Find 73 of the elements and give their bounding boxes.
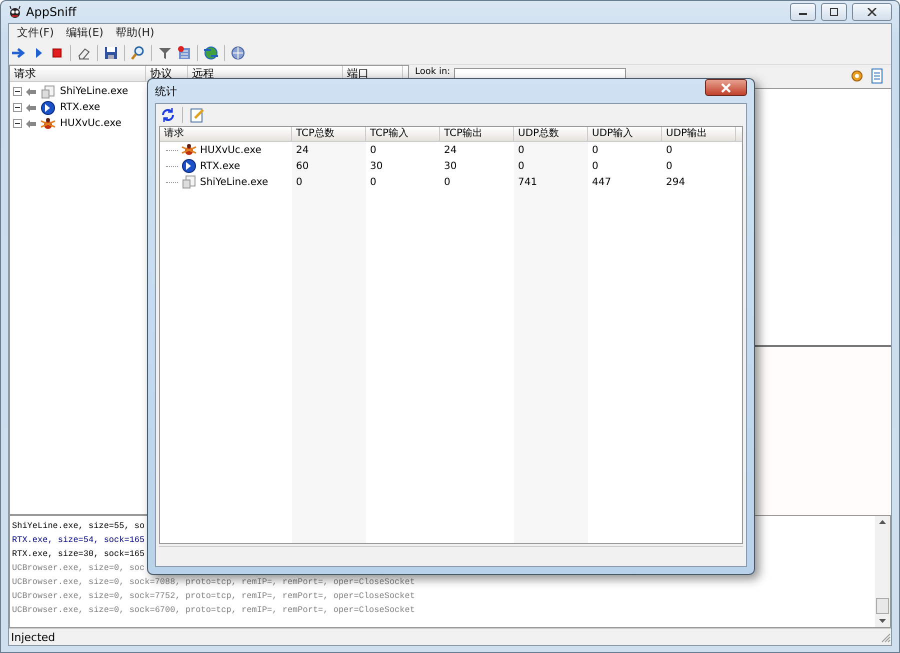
column-header[interactable]: 请求 xyxy=(10,66,146,81)
edit-icon[interactable] xyxy=(189,107,205,123)
save-icon[interactable] xyxy=(103,44,119,61)
maximize-icon xyxy=(829,8,839,16)
log-line: UCBrowser.exe, size=0, soc xyxy=(12,562,145,575)
minimize-button[interactable] xyxy=(790,3,816,21)
dialog-title: 统计 xyxy=(155,84,177,98)
table-cell-text: 30 xyxy=(443,160,458,172)
column-header[interactable]: UDP总数 xyxy=(514,127,588,141)
refresh-icon[interactable] xyxy=(160,107,176,123)
window-title: AppSniff xyxy=(26,5,76,19)
scrollbar[interactable] xyxy=(875,516,890,628)
log-line: RTX.exe, size=54, sock=165 xyxy=(12,534,145,547)
notes-icon[interactable] xyxy=(176,44,192,61)
column-header[interactable]: UDP输出 xyxy=(662,127,736,141)
scroll-down-icon[interactable] xyxy=(878,618,887,624)
log-line: RTX.exe, size=30, sock=165 xyxy=(12,548,145,561)
log-line: UCBrowser.exe, size=0, sock=7088, proto=tcp, remIP=, remPort=, oper=CloseSocket xyxy=(12,576,415,589)
maximize-button[interactable] xyxy=(821,3,847,21)
column-header[interactable]: UDP输入 xyxy=(588,127,662,141)
table-cell-text: 0 xyxy=(443,176,452,188)
table-cell-text: 24 xyxy=(295,144,310,156)
table-cell: ShiYeLine.exe xyxy=(200,176,268,188)
table-cell-text: 0 xyxy=(369,144,378,156)
table-cell-text: 294 xyxy=(665,176,686,188)
table-cell-text: 0 xyxy=(665,144,674,156)
collapse-icon[interactable] xyxy=(13,119,22,128)
table-cell-text: 30 xyxy=(369,160,384,172)
search-label: Look in: xyxy=(415,68,450,77)
column-header[interactable]: TCP总数 xyxy=(292,127,366,141)
status-text: Injected xyxy=(11,630,56,644)
table-cell-text: 0 xyxy=(591,144,600,156)
doc-icon xyxy=(181,174,197,190)
scroll-up-icon[interactable] xyxy=(878,518,887,525)
table-cell-text: 0 xyxy=(517,144,526,156)
tree-item[interactable]: ShiYeLine.exe xyxy=(60,86,128,98)
collapse-icon[interactable] xyxy=(13,103,22,112)
menu-item[interactable]: 帮助(H) xyxy=(110,24,160,42)
log-line: UCBrowser.exe, size=0, sock=6700, proto=tcp, remIP=, remPort=, oper=CloseSocket xyxy=(12,604,415,617)
table-cell-text: 741 xyxy=(517,176,538,188)
close-button[interactable] xyxy=(705,79,747,96)
collapse-icon[interactable] xyxy=(13,87,22,96)
column-header[interactable]: 请求 xyxy=(160,127,292,141)
table-cell: RTX.exe xyxy=(200,160,240,172)
document-icon[interactable] xyxy=(869,68,885,84)
bug-icon xyxy=(181,142,197,158)
scroll-thumb[interactable] xyxy=(876,598,889,614)
log-line: ShiYeLine.exe, size=55, so xyxy=(12,520,145,533)
bug-icon xyxy=(40,116,56,132)
table-cell-text: 0 xyxy=(665,160,674,172)
close-button[interactable] xyxy=(852,3,892,21)
table-cell-text: 24 xyxy=(443,144,458,156)
column-header[interactable]: TCP输入 xyxy=(366,127,440,141)
tree-item[interactable]: HUXvUc.exe xyxy=(60,118,122,130)
table-cell-text: 0 xyxy=(295,176,304,188)
close-icon xyxy=(867,8,877,16)
log-line: UCBrowser.exe, size=0, sock=7752, proto=tcp, remIP=, remPort=, oper=CloseSocket xyxy=(12,590,415,603)
network-icon[interactable] xyxy=(230,44,246,61)
table-cell-text: 60 xyxy=(295,160,310,172)
app-icon xyxy=(8,5,22,19)
close-icon xyxy=(720,82,732,92)
resize-grip-icon[interactable] xyxy=(880,632,891,643)
table-cell-text: 447 xyxy=(591,176,612,188)
table-cell-text: 0 xyxy=(517,160,526,172)
menu-item[interactable]: 文件(F) xyxy=(12,24,59,42)
table-cell: HUXvUc.exe xyxy=(200,144,262,156)
doc-icon xyxy=(40,84,56,100)
table-cell-text: 0 xyxy=(369,176,378,188)
search-icon[interactable] xyxy=(130,44,146,61)
menu-item[interactable]: 编辑(E) xyxy=(60,24,108,42)
tree-item[interactable]: RTX.exe xyxy=(60,102,100,114)
column-header[interactable]: TCP输出 xyxy=(440,127,514,141)
table-cell-text: 0 xyxy=(591,160,600,172)
